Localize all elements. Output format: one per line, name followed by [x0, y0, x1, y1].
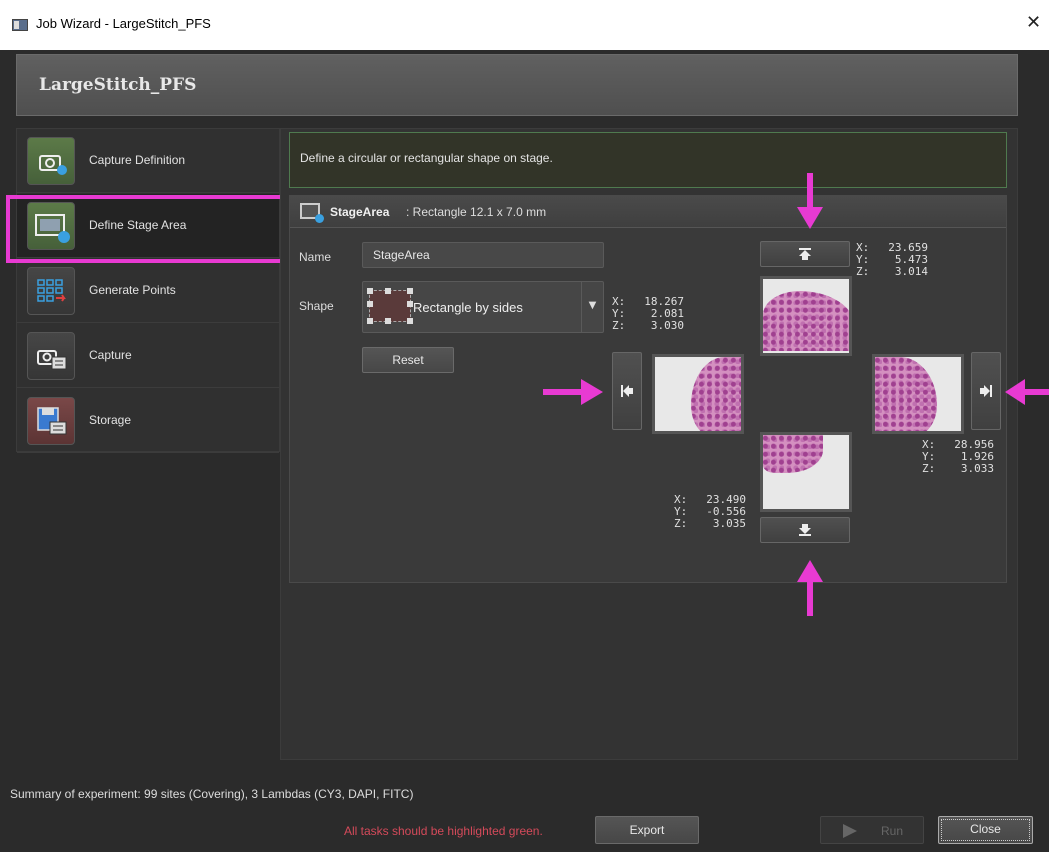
sidebar-item-label: Storage: [89, 413, 132, 427]
wizard-sidebar: Capture Definition Define Stage Area Gen…: [16, 128, 280, 453]
move-to-right-button[interactable]: [971, 352, 1001, 430]
experiment-summary: Summary of experiment: 99 sites (Coverin…: [10, 787, 414, 801]
shape-label: Shape: [299, 299, 334, 313]
job-wizard: LargeStitch_PFS Capture Definition Defin…: [0, 50, 1049, 852]
top-coords: X: 23.659 Y: 5.473 Z: 3.014: [856, 241, 928, 278]
reset-button[interactable]: Reset: [362, 347, 454, 373]
stage-area-panel: StageArea : Rectangle 12.1 x 7.0 mm Name…: [289, 195, 1007, 583]
run-button[interactable]: Run: [820, 816, 924, 844]
sidebar-item-capture-definition[interactable]: Capture Definition: [17, 129, 279, 193]
stage-area-name: StageArea: [330, 205, 390, 219]
sidebar-item-storage[interactable]: Storage: [17, 389, 279, 453]
rectangle-sides-icon: [367, 288, 413, 324]
chevron-down-icon: ▼: [581, 282, 603, 332]
export-button[interactable]: Export: [595, 816, 699, 844]
sidebar-item-generate-points[interactable]: Generate Points: [17, 259, 279, 323]
shape-select-value: Rectangle by sides: [413, 300, 523, 315]
window-title-bar: Job Wizard - LargeStitch_PFS ✕: [0, 0, 1049, 50]
left-coords: X: 18.267 Y: 2.081 Z: 3.030: [612, 295, 684, 332]
status-warning: All tasks should be highlighted green.: [344, 824, 543, 838]
step-description: Define a circular or rectangular shape o…: [300, 151, 553, 165]
arrow-left-to-line-icon: [621, 385, 633, 397]
bottom-edge-thumbnail: [760, 432, 852, 512]
stage-area-icon: [27, 202, 75, 250]
arrow-up-to-line-icon: [799, 248, 811, 260]
camera-gear-icon: [27, 137, 75, 185]
top-edge-thumbnail: [760, 276, 852, 356]
close-button[interactable]: Close: [938, 816, 1033, 844]
sidebar-item-label: Capture: [89, 348, 132, 362]
sidebar-item-capture[interactable]: Capture: [17, 324, 279, 388]
stage-area-summary: : Rectangle 12.1 x 7.0 mm: [406, 205, 547, 219]
move-to-top-button[interactable]: [760, 241, 850, 267]
play-icon: [843, 824, 857, 838]
camera-list-icon: [27, 332, 75, 380]
stage-area-icon: [300, 203, 324, 223]
floppy-disk-icon: [27, 397, 75, 445]
right-edge-thumbnail: [872, 354, 964, 434]
arrow-down-to-line-icon: [799, 524, 811, 536]
name-input[interactable]: [362, 242, 604, 268]
sidebar-item-label: Define Stage Area: [89, 218, 187, 232]
main-panel: Define a circular or rectangular shape o…: [280, 128, 1018, 760]
stage-area-header: StageArea : Rectangle 12.1 x 7.0 mm: [290, 196, 1006, 228]
shape-select[interactable]: Rectangle by sides ▼: [362, 281, 604, 333]
left-edge-thumbnail: [652, 354, 744, 434]
window-title: Job Wizard - LargeStitch_PFS: [36, 16, 211, 31]
bottom-coords: X: 23.490 Y: -0.556 Z: 3.035: [674, 493, 746, 530]
sidebar-item-label: Generate Points: [89, 283, 176, 297]
sidebar-item-label: Capture Definition: [89, 153, 186, 167]
job-name: LargeStitch_PFS: [39, 75, 197, 95]
move-to-bottom-button[interactable]: [760, 517, 850, 543]
app-window-icon: [12, 19, 28, 31]
window-close-button[interactable]: ✕: [1026, 12, 1041, 33]
sidebar-item-define-stage-area[interactable]: Define Stage Area: [17, 194, 279, 258]
arrow-right-to-line-icon: [980, 385, 992, 397]
job-header: LargeStitch_PFS: [16, 54, 1018, 116]
move-to-left-button[interactable]: [612, 352, 642, 430]
name-label: Name: [299, 250, 332, 264]
right-coords: X: 28.956 Y: 1.926 Z: 3.033: [922, 438, 994, 475]
run-label: Run: [881, 824, 904, 838]
step-description-box: Define a circular or rectangular shape o…: [289, 132, 1007, 188]
grid-points-icon: [27, 267, 75, 315]
